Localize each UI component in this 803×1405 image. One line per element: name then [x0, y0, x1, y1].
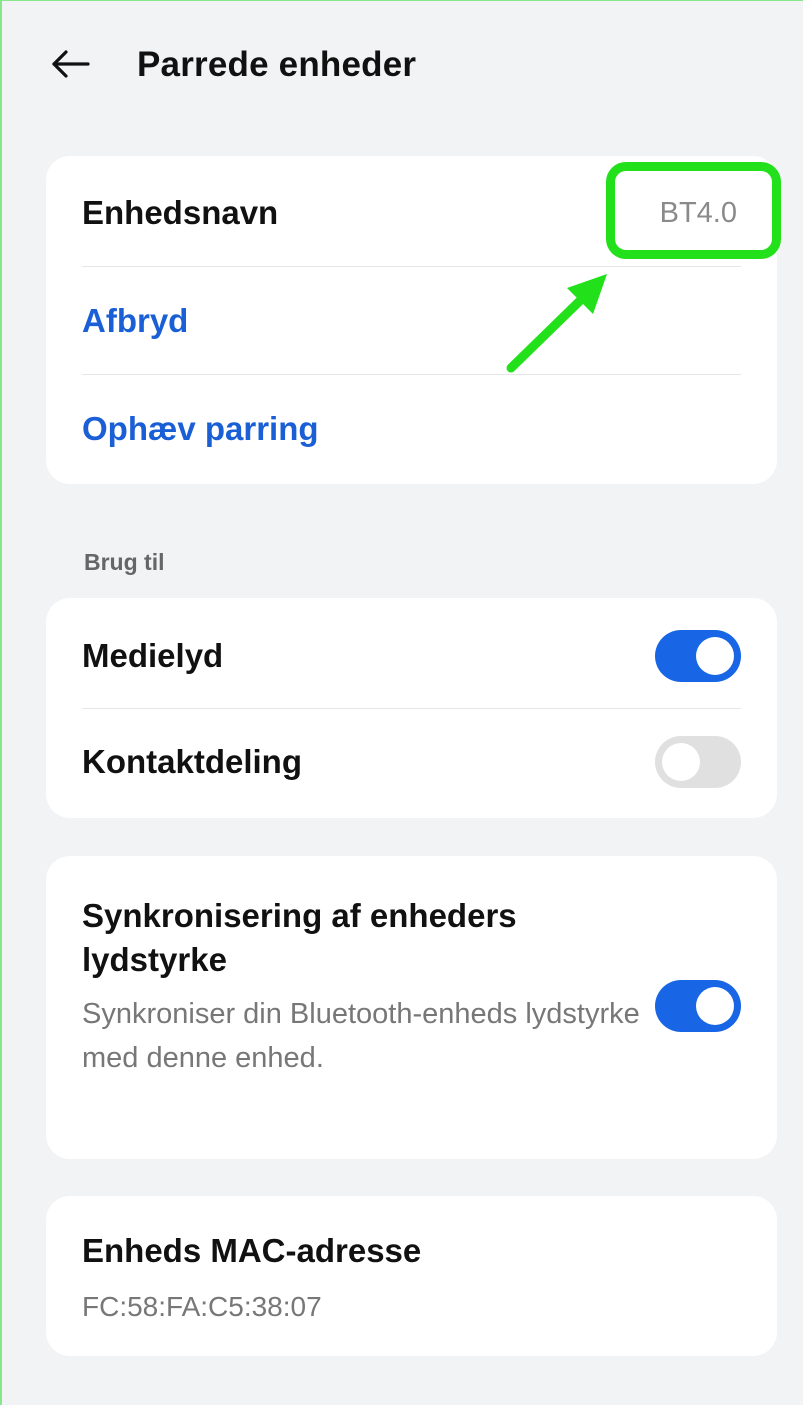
- top-app-bar: Parrede enheder: [2, 1, 803, 126]
- mac-address-label: Enheds MAC-adresse: [82, 1232, 422, 1269]
- divider: [82, 266, 741, 267]
- device-name-value: BT4.0: [659, 196, 737, 229]
- use-for-card: Medielyd Kontaktdeling: [46, 598, 777, 818]
- contact-sharing-row[interactable]: Kontaktdeling: [82, 734, 741, 790]
- mac-address-value: FC:58:FA:C5:38:07: [82, 1291, 322, 1322]
- contact-sharing-toggle[interactable]: [655, 736, 741, 788]
- back-button[interactable]: [46, 39, 96, 89]
- arrow-left-icon: [52, 50, 90, 78]
- screen: Parrede enheder Enhedsnavn BT4.0 Afbryd …: [0, 0, 803, 1405]
- divider: [82, 708, 741, 709]
- toggle-knob: [662, 743, 700, 781]
- disconnect-link[interactable]: Afbryd: [82, 302, 188, 340]
- section-header-use-for: Brug til: [84, 549, 165, 575]
- media-audio-toggle[interactable]: [655, 630, 741, 682]
- media-audio-row[interactable]: Medielyd: [82, 628, 741, 684]
- volume-sync-toggle[interactable]: [655, 980, 741, 1032]
- contact-sharing-label: Kontaktdeling: [82, 743, 302, 780]
- volume-sync-card[interactable]: Synkronisering af enheders lydstyrke Syn…: [46, 856, 777, 1159]
- device-name-label: Enhedsnavn: [82, 194, 279, 231]
- toggle-knob: [696, 987, 734, 1025]
- media-audio-label: Medielyd: [82, 637, 224, 674]
- device-name-row[interactable]: Enhedsnavn BT4.0: [82, 188, 741, 238]
- unpair-link[interactable]: Ophæv parring: [82, 410, 319, 448]
- volume-sync-title: Synkronisering af enheders lydstyrke: [82, 897, 517, 978]
- volume-sync-description: Synkroniser din Bluetooth-enheds lydstyr…: [82, 998, 640, 1074]
- toggle-knob: [696, 637, 734, 675]
- page-title: Parrede enheder: [137, 45, 417, 84]
- disconnect-row[interactable]: Afbryd: [82, 296, 741, 346]
- device-card: Enhedsnavn BT4.0 Afbryd Ophæv parring: [46, 156, 777, 484]
- mac-address-card: Enheds MAC-adresse FC:58:FA:C5:38:07: [46, 1196, 777, 1356]
- unpair-row[interactable]: Ophæv parring: [82, 404, 741, 454]
- divider: [82, 374, 741, 375]
